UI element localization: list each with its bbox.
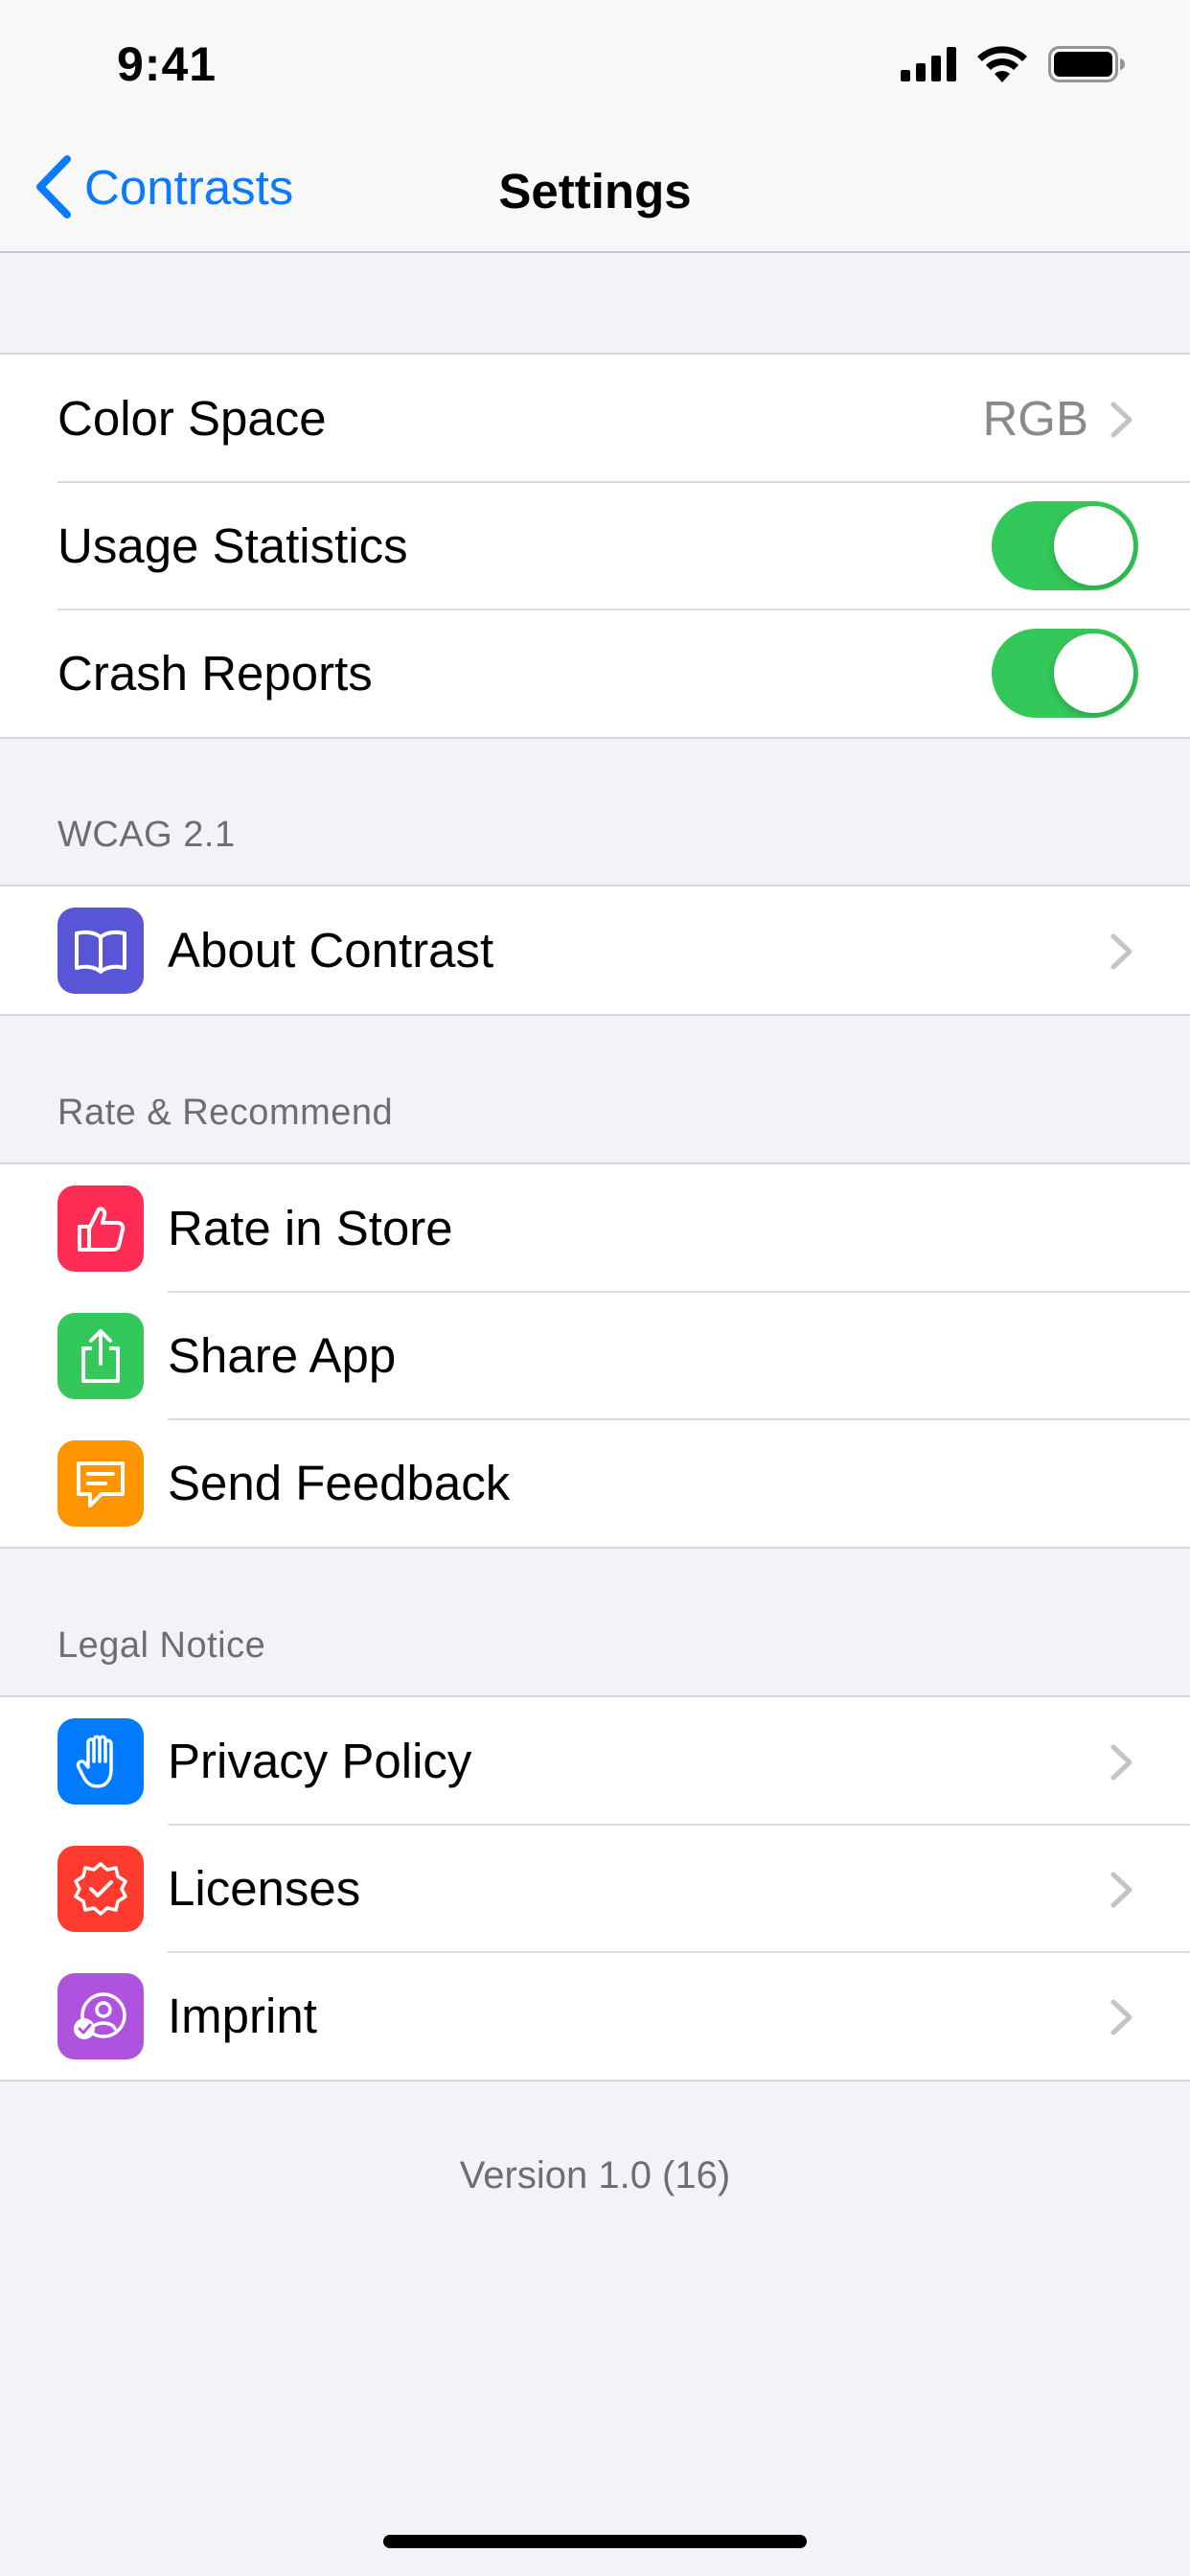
status-bar: 9:41 xyxy=(0,0,1190,126)
legal-notice-group: Privacy Policy Licenses Imprint xyxy=(0,1695,1190,2082)
legal-section-header: Legal Notice xyxy=(57,1625,266,1666)
send-feedback-label: Send Feedback xyxy=(168,1456,511,1510)
privacy-policy-label: Privacy Policy xyxy=(168,1734,472,1788)
licenses-label: Licenses xyxy=(168,1861,361,1916)
about-contrast-label: About Contrast xyxy=(168,923,494,978)
imprint-label: Imprint xyxy=(168,1989,317,2043)
wifi-icon xyxy=(977,46,1027,82)
wcag-section-header: WCAG 2.1 xyxy=(57,815,236,855)
status-icons xyxy=(901,46,1125,82)
crash-reports-row: Crash Reports xyxy=(0,609,1190,737)
toggle-knob xyxy=(1054,506,1133,586)
message-icon xyxy=(57,1440,144,1527)
color-space-label: Color Space xyxy=(57,391,327,446)
home-indicator[interactable] xyxy=(383,2535,807,2548)
rate-in-store-label: Rate in Store xyxy=(168,1201,453,1255)
usage-statistics-toggle[interactable] xyxy=(992,501,1138,590)
chevron-right-icon xyxy=(1110,1872,1133,1908)
chevron-right-icon xyxy=(1110,402,1133,438)
share-icon xyxy=(57,1313,144,1399)
version-text: Version 1.0 (16) xyxy=(459,2154,731,2196)
hand-icon xyxy=(57,1718,144,1805)
color-space-row[interactable]: Color Space RGB xyxy=(0,355,1190,482)
privacy-policy-row[interactable]: Privacy Policy xyxy=(0,1697,1190,1825)
rate-recommend-group: Rate in Store Share App Send Feedback xyxy=(0,1162,1190,1549)
share-app-label: Share App xyxy=(168,1328,397,1383)
share-app-row[interactable]: Share App xyxy=(0,1291,1190,1419)
general-settings-group: Color Space RGB Usage Statistics Crash R… xyxy=(0,353,1190,739)
crash-reports-label: Crash Reports xyxy=(57,646,373,701)
thumbs-up-icon xyxy=(57,1185,144,1272)
usage-statistics-row: Usage Statistics xyxy=(0,481,1190,610)
chevron-right-icon xyxy=(1110,1999,1133,2036)
licenses-row[interactable]: Licenses xyxy=(0,1824,1190,1952)
about-contrast-row[interactable]: About Contrast xyxy=(0,886,1190,1014)
color-space-value: RGB xyxy=(982,391,1088,446)
send-feedback-row[interactable]: Send Feedback xyxy=(0,1418,1190,1547)
chevron-right-icon xyxy=(1110,1744,1133,1781)
crash-reports-toggle[interactable] xyxy=(992,629,1138,718)
status-time: 9:41 xyxy=(117,37,217,91)
page-title: Settings xyxy=(498,164,692,218)
imprint-row[interactable]: Imprint xyxy=(0,1951,1190,2080)
badge-check-icon xyxy=(57,1846,144,1932)
toggle-knob xyxy=(1054,633,1133,713)
usage-statistics-label: Usage Statistics xyxy=(57,518,408,573)
rate-section-header: Rate & Recommend xyxy=(57,1092,394,1133)
cellular-signal-icon xyxy=(901,47,956,81)
rate-in-store-row[interactable]: Rate in Store xyxy=(0,1164,1190,1292)
person-check-icon xyxy=(57,1973,144,2059)
battery-icon xyxy=(1048,46,1125,82)
chevron-right-icon xyxy=(1110,933,1133,970)
book-icon xyxy=(57,908,144,994)
wcag-group: About Contrast xyxy=(0,885,1190,1016)
navigation-bar: Contrasts Settings xyxy=(0,126,1190,253)
